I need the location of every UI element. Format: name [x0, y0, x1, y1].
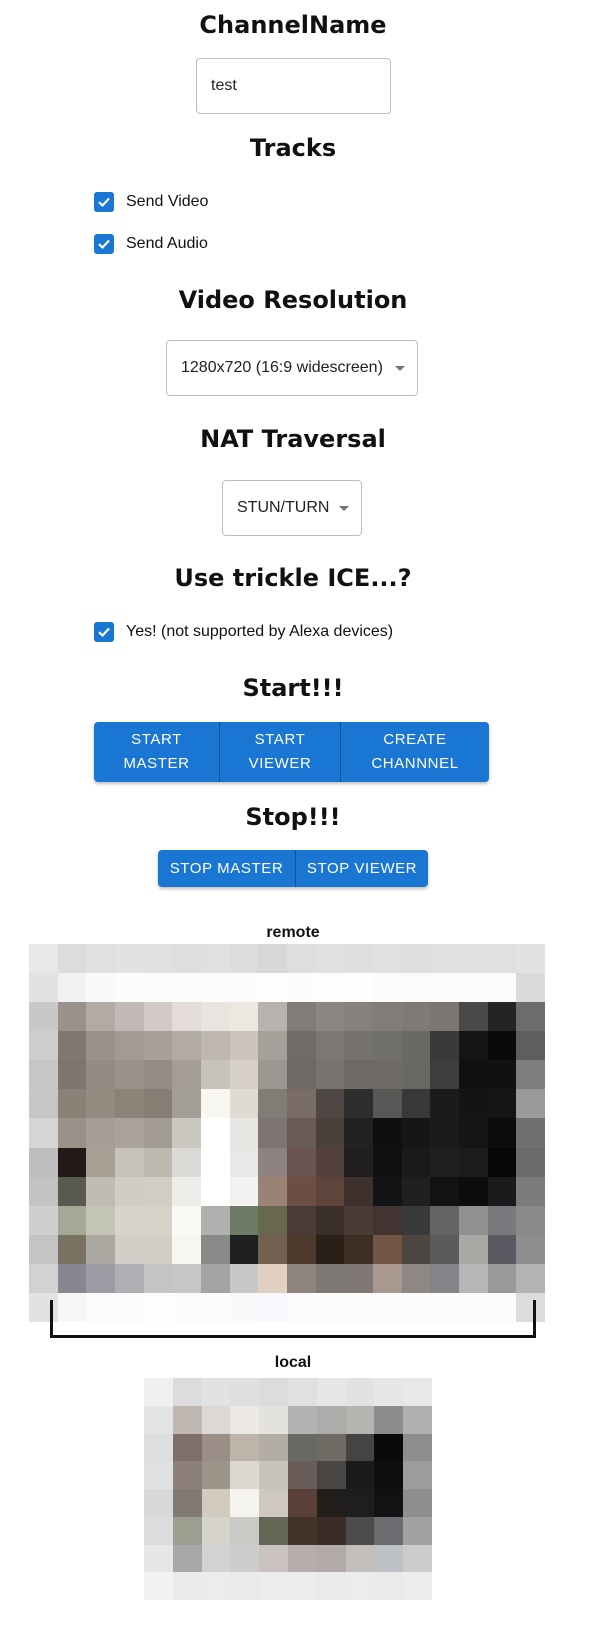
channel-name-field[interactable]: [196, 58, 391, 114]
trickle-ice-checkbox-row[interactable]: Yes! (not supported by Alexa devices): [94, 618, 393, 646]
stop-master-button[interactable]: STOP MASTER: [158, 850, 295, 887]
remote-video-frame: [50, 1300, 536, 1338]
video-resolution-select[interactable]: 1280x720 (16:9 widescreen): [166, 340, 418, 396]
checkmark-icon: [98, 627, 110, 638]
trickle-ice-label: Yes! (not supported by Alexa devices): [126, 623, 394, 640]
checkmark-icon: [98, 197, 110, 208]
video-resolution-heading: Video Resolution: [178, 286, 408, 314]
send-audio-checkbox-row[interactable]: Send Audio: [94, 230, 208, 258]
start-master-button[interactable]: START MASTER: [94, 722, 219, 782]
channel-name-heading: ChannelName: [199, 11, 387, 39]
trickle-ice-checkbox[interactable]: [94, 622, 114, 642]
remote-video-label: remote: [266, 924, 320, 941]
checkmark-icon: [98, 239, 110, 250]
remote-video: [29, 944, 545, 1322]
trickle-ice-heading: Use trickle ICE...?: [174, 564, 412, 592]
send-video-checkbox[interactable]: [94, 192, 114, 212]
send-video-checkbox-row[interactable]: Send Video: [94, 188, 208, 216]
local-video: [144, 1378, 432, 1600]
send-audio-label: Send Audio: [126, 235, 208, 252]
tracks-heading: Tracks: [249, 134, 337, 162]
nat-traversal-select[interactable]: STUN/TURN: [222, 480, 362, 536]
stop-viewer-button[interactable]: STOP VIEWER: [295, 850, 428, 887]
channel-name-input[interactable]: [197, 59, 390, 113]
send-audio-checkbox[interactable]: [94, 234, 114, 254]
start-heading: Start!!!: [242, 674, 344, 702]
stop-button-group: STOP MASTER STOP VIEWER: [158, 850, 428, 887]
nat-traversal-value: STUN/TURN: [237, 499, 330, 516]
local-video-label: local: [274, 1354, 312, 1371]
webrtc-test-page: ChannelName Tracks Send Video Send Audio…: [0, 0, 604, 1632]
dropdown-arrow-icon: [339, 506, 349, 511]
start-viewer-button[interactable]: START VIEWER: [219, 722, 340, 782]
send-video-label: Send Video: [126, 193, 209, 210]
nat-traversal-heading: NAT Traversal: [200, 425, 386, 453]
create-channel-button[interactable]: CREATE CHANNNEL: [340, 722, 489, 782]
stop-heading: Stop!!!: [245, 803, 341, 831]
start-button-group: START MASTER START VIEWER CREATE CHANNNE…: [94, 722, 489, 782]
dropdown-arrow-icon: [395, 366, 405, 371]
video-resolution-value: 1280x720 (16:9 widescreen): [181, 359, 383, 376]
